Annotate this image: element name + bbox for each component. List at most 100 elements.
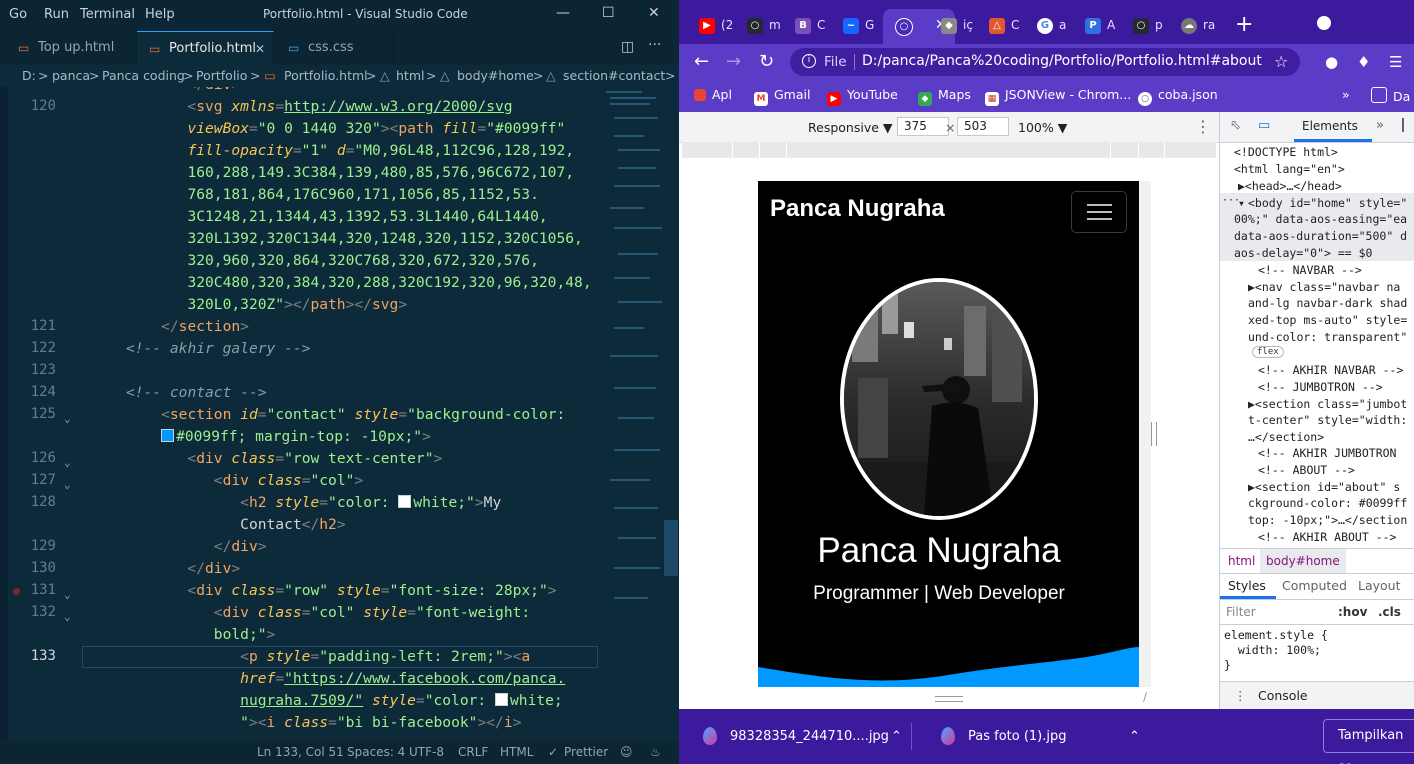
browser-tab[interactable]: ○ p (1121, 9, 1169, 44)
notifications-icon[interactable]: ♨ (650, 741, 661, 764)
browser-tab[interactable]: Ga (1025, 9, 1073, 44)
dom-line[interactable]: ▶<head>…</head> (1238, 179, 1342, 193)
device-height-input[interactable]: 503 (957, 117, 1009, 136)
media-query-ruler[interactable] (682, 142, 1216, 158)
more-actions-icon[interactable]: ··· (648, 37, 661, 53)
more-options-icon[interactable]: ⋮ (1195, 117, 1211, 136)
breadcrumb-item[interactable]: section#contact (563, 65, 665, 87)
browser-tab[interactable]: PA (1073, 9, 1121, 44)
browser-tab[interactable]: ~ G (831, 9, 879, 44)
dom-line[interactable]: <html lang="en"> (1234, 162, 1345, 176)
page-scrollbar[interactable] (1139, 181, 1151, 687)
reading-list-icon[interactable]: ☰ (1389, 53, 1402, 71)
inspect-icon[interactable]: ⬁ (1230, 118, 1241, 133)
breadcrumb-item[interactable]: body#home (457, 65, 534, 87)
chevron-up-icon[interactable]: ⌃ (1129, 709, 1140, 764)
fold-chevron-icon[interactable]: ⌄ (64, 478, 71, 491)
dom-line[interactable]: <!-- AKHIR JUMBOTRON (1258, 446, 1396, 460)
puzzle-icon[interactable]: ♦ (1357, 53, 1370, 71)
filter-input[interactable]: Filter (1226, 600, 1256, 624)
close-icon[interactable]: ✕ (648, 5, 660, 21)
dom-line[interactable]: <!-- ABOUT --> (1258, 463, 1355, 477)
resize-handle[interactable] (1151, 422, 1157, 446)
menu-go[interactable]: Go (9, 7, 27, 22)
breadcrumb-item[interactable]: Portfolio.html (284, 65, 368, 87)
line-ending[interactable]: CRLF (458, 741, 488, 764)
back-icon[interactable]: ← (694, 51, 709, 72)
bookmark-maps[interactable]: ◆ Maps (918, 87, 971, 106)
language-mode[interactable]: HTML (500, 741, 533, 764)
navbar-brand[interactable]: Panca Nugraha (770, 195, 945, 223)
tab-search-icon[interactable] (1317, 16, 1331, 30)
menu-run[interactable]: Run (44, 7, 69, 22)
encoding[interactable]: UTF-8 (409, 741, 444, 764)
dom-line[interactable]: ▶<nav class="navbar na (1248, 280, 1400, 294)
close-tab-icon[interactable]: ✕ (255, 32, 265, 66)
code-editor[interactable]: 120 121 122 123 124 125 126 127 128 129 … (0, 87, 679, 741)
crumb-body[interactable]: body#home (1260, 549, 1346, 573)
bookmark-folder[interactable]: Da (1371, 87, 1410, 104)
feedback-icon[interactable]: ☺ (620, 741, 633, 764)
bookmark-youtube[interactable]: ▶ YouTube (827, 87, 898, 106)
formatter[interactable]: Prettier (564, 741, 608, 764)
breakpoint-icon[interactable] (13, 588, 20, 595)
dom-line[interactable]: <!-- AKHIR NAVBAR --> (1258, 363, 1403, 377)
device-toggle-icon[interactable]: ▭ (1258, 118, 1270, 133)
resize-handle[interactable] (935, 696, 963, 702)
breadcrumb-item[interactable]: html (396, 65, 424, 87)
dom-line[interactable]: <!-- JUMBOTRON --> (1258, 380, 1383, 394)
dom-line[interactable]: <!-- AKHIR ABOUT --> (1258, 530, 1396, 544)
tab-portfolio[interactable]: ▭ Portfolio.html ✕ (137, 31, 274, 65)
bookmark-apps[interactable]: Apl (694, 87, 732, 102)
menu-terminal[interactable]: Terminal (80, 7, 135, 22)
fold-chevron-icon[interactable]: ⌄ (64, 456, 71, 469)
device-select[interactable]: Responsive ▼ (808, 120, 893, 135)
split-editor-icon[interactable]: ◫ (621, 39, 634, 55)
maximize-icon[interactable]: ☐ (602, 5, 615, 21)
bookmark-jsonview[interactable]: ▦ JSONView - Chrom... (985, 87, 1131, 106)
tab-top-up[interactable]: ▭ Top up.html (0, 31, 137, 65)
tab-computed[interactable]: Computed (1282, 573, 1347, 599)
browser-tab[interactable]: △ C (977, 9, 1025, 44)
tab-css[interactable]: ▭ css.css (274, 31, 394, 65)
new-tab-icon[interactable]: + (1235, 12, 1253, 37)
device-width-input[interactable]: 375 (897, 117, 949, 136)
extension-icon[interactable]: ● (1325, 53, 1338, 71)
download-item[interactable]: 98328354_244710....jpg ⌃ (703, 709, 913, 764)
color-swatch[interactable] (398, 495, 412, 508)
browser-tab[interactable]: ▶ (2 (687, 9, 735, 44)
crumb-html[interactable]: html (1228, 549, 1255, 573)
zoom-select[interactable]: 100% ▼ (1018, 120, 1067, 135)
dom-line[interactable]: ▶<section class="jumbot (1248, 397, 1407, 411)
dom-line[interactable]: <!-- NAVBAR --> (1258, 263, 1362, 277)
dom-line[interactable]: ▶<section id="about" s (1248, 480, 1400, 494)
dom-line[interactable]: <body id="home" style=" (1248, 196, 1407, 210)
tab-elements[interactable]: Elements (1302, 119, 1358, 133)
browser-tab[interactable]: ○ m (735, 9, 783, 44)
breadcrumb-item[interactable]: panca (52, 65, 90, 87)
bookmark-gmail[interactable]: M Gmail (754, 87, 810, 106)
browser-tab[interactable]: BC (783, 9, 831, 44)
drawer-menu-icon[interactable]: ⋮ (1234, 682, 1247, 710)
bookmark-coba-json[interactable]: ○ coba.json (1138, 87, 1218, 106)
bookmarks-more[interactable]: » (1342, 87, 1350, 102)
indentation[interactable]: Spaces: 4 (347, 741, 405, 764)
menu-help[interactable]: Help (145, 7, 175, 22)
breadcrumb-item[interactable]: D: (22, 65, 36, 87)
expand-triangle-icon[interactable]: ▾ (1238, 196, 1245, 210)
editor-scrollbar[interactable] (664, 520, 678, 576)
reload-icon[interactable]: ↻ (759, 51, 774, 72)
tab-console[interactable]: Console (1258, 682, 1308, 710)
color-swatch[interactable] (161, 429, 175, 442)
dom-line[interactable]: <!DOCTYPE html> (1234, 145, 1338, 159)
more-tabs-icon[interactable]: » (1376, 118, 1384, 133)
flex-badge[interactable]: flex (1252, 346, 1284, 358)
breadcrumb-item[interactable]: Portfolio (196, 65, 247, 87)
show-all-button[interactable]: Tampilkan se (1323, 719, 1414, 764)
info-icon[interactable]: i (802, 54, 816, 68)
hover-state-toggle[interactable]: :hov (1338, 600, 1367, 624)
bookmark-star-icon[interactable]: ☆ (1274, 52, 1288, 71)
navbar-toggler-button[interactable] (1071, 191, 1127, 233)
fold-chevron-icon[interactable]: ⌄ (64, 412, 71, 425)
cursor-position[interactable]: Ln 133, Col 51 (257, 741, 344, 764)
